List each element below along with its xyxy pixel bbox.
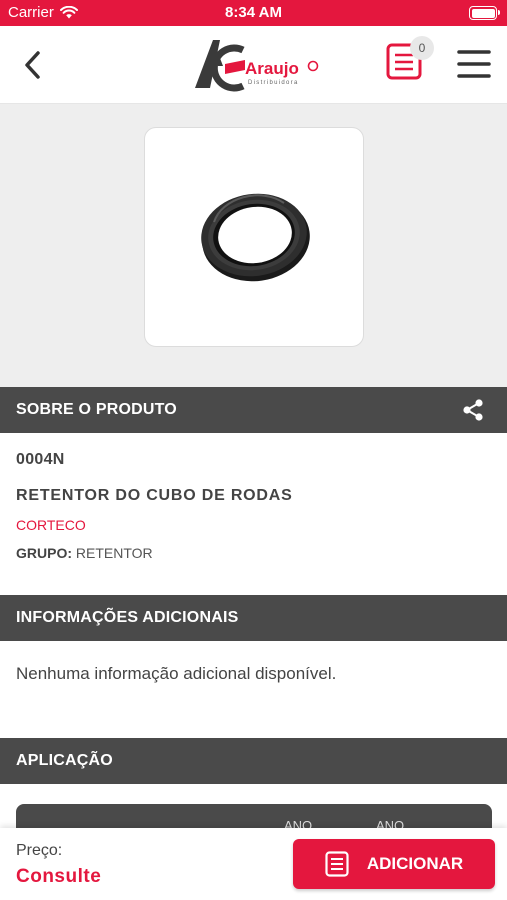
section-header-additional: INFORMAÇÕES ADICIONAIS (0, 595, 507, 641)
section-title-application: APLICAÇÃO (16, 752, 113, 769)
app-header: Araujo Distribuidora 0 (0, 26, 507, 104)
cart-count-badge: 0 (410, 36, 434, 60)
product-image-area (0, 104, 507, 387)
menu-button[interactable] (456, 48, 492, 80)
price-label: Preço: (16, 842, 63, 859)
svg-text:Distribuidora: Distribuidora (248, 80, 299, 86)
section-header-about: SOBRE O PRODUTO (0, 387, 507, 433)
add-button-label: ADICIONAR (366, 854, 464, 873)
share-icon (463, 399, 483, 421)
application-table-area: ANO ANO (0, 784, 507, 844)
share-button[interactable] (461, 398, 485, 422)
product-brand: CORTECO (16, 517, 86, 533)
section-title-about: SOBRE O PRODUTO (16, 401, 177, 418)
product-group-label: GRUPO: (16, 545, 72, 561)
status-bar: Carrier 8:34 AM (0, 0, 507, 26)
back-button[interactable] (14, 46, 50, 84)
additional-info-text: Nenhuma informação adicional disponível. (16, 664, 337, 683)
product-group: GRUPO: RETENTOR (16, 545, 153, 561)
status-time: 8:34 AM (225, 4, 282, 21)
chevron-left-icon (25, 51, 40, 79)
product-name: RETENTOR DO CUBO DE RODAS (16, 487, 293, 504)
add-to-cart-button[interactable]: ADICIONAR (293, 839, 495, 889)
section-header-application: APLICAÇÃO (0, 738, 507, 784)
product-image-card[interactable] (144, 127, 364, 347)
product-image (201, 193, 310, 282)
brand-logo: Araujo Distribuidora (193, 36, 319, 94)
hamburger-menu-icon (457, 50, 491, 78)
battery-icon (469, 6, 500, 20)
product-group-value: RETENTOR (75, 545, 153, 561)
list-icon (325, 851, 349, 877)
section-title-additional: INFORMAÇÕES ADICIONAIS (16, 609, 239, 626)
cart-button[interactable]: 0 (386, 36, 434, 84)
product-details: 0004N RETENTOR DO CUBO DE RODAS CORTECO … (0, 433, 507, 595)
price-value: Consulte (16, 866, 102, 887)
svg-text:Araujo: Araujo (245, 59, 299, 78)
bottom-action-bar: Preço: Consulte ADICIONAR (0, 828, 507, 900)
product-code: 0004N (16, 451, 65, 468)
